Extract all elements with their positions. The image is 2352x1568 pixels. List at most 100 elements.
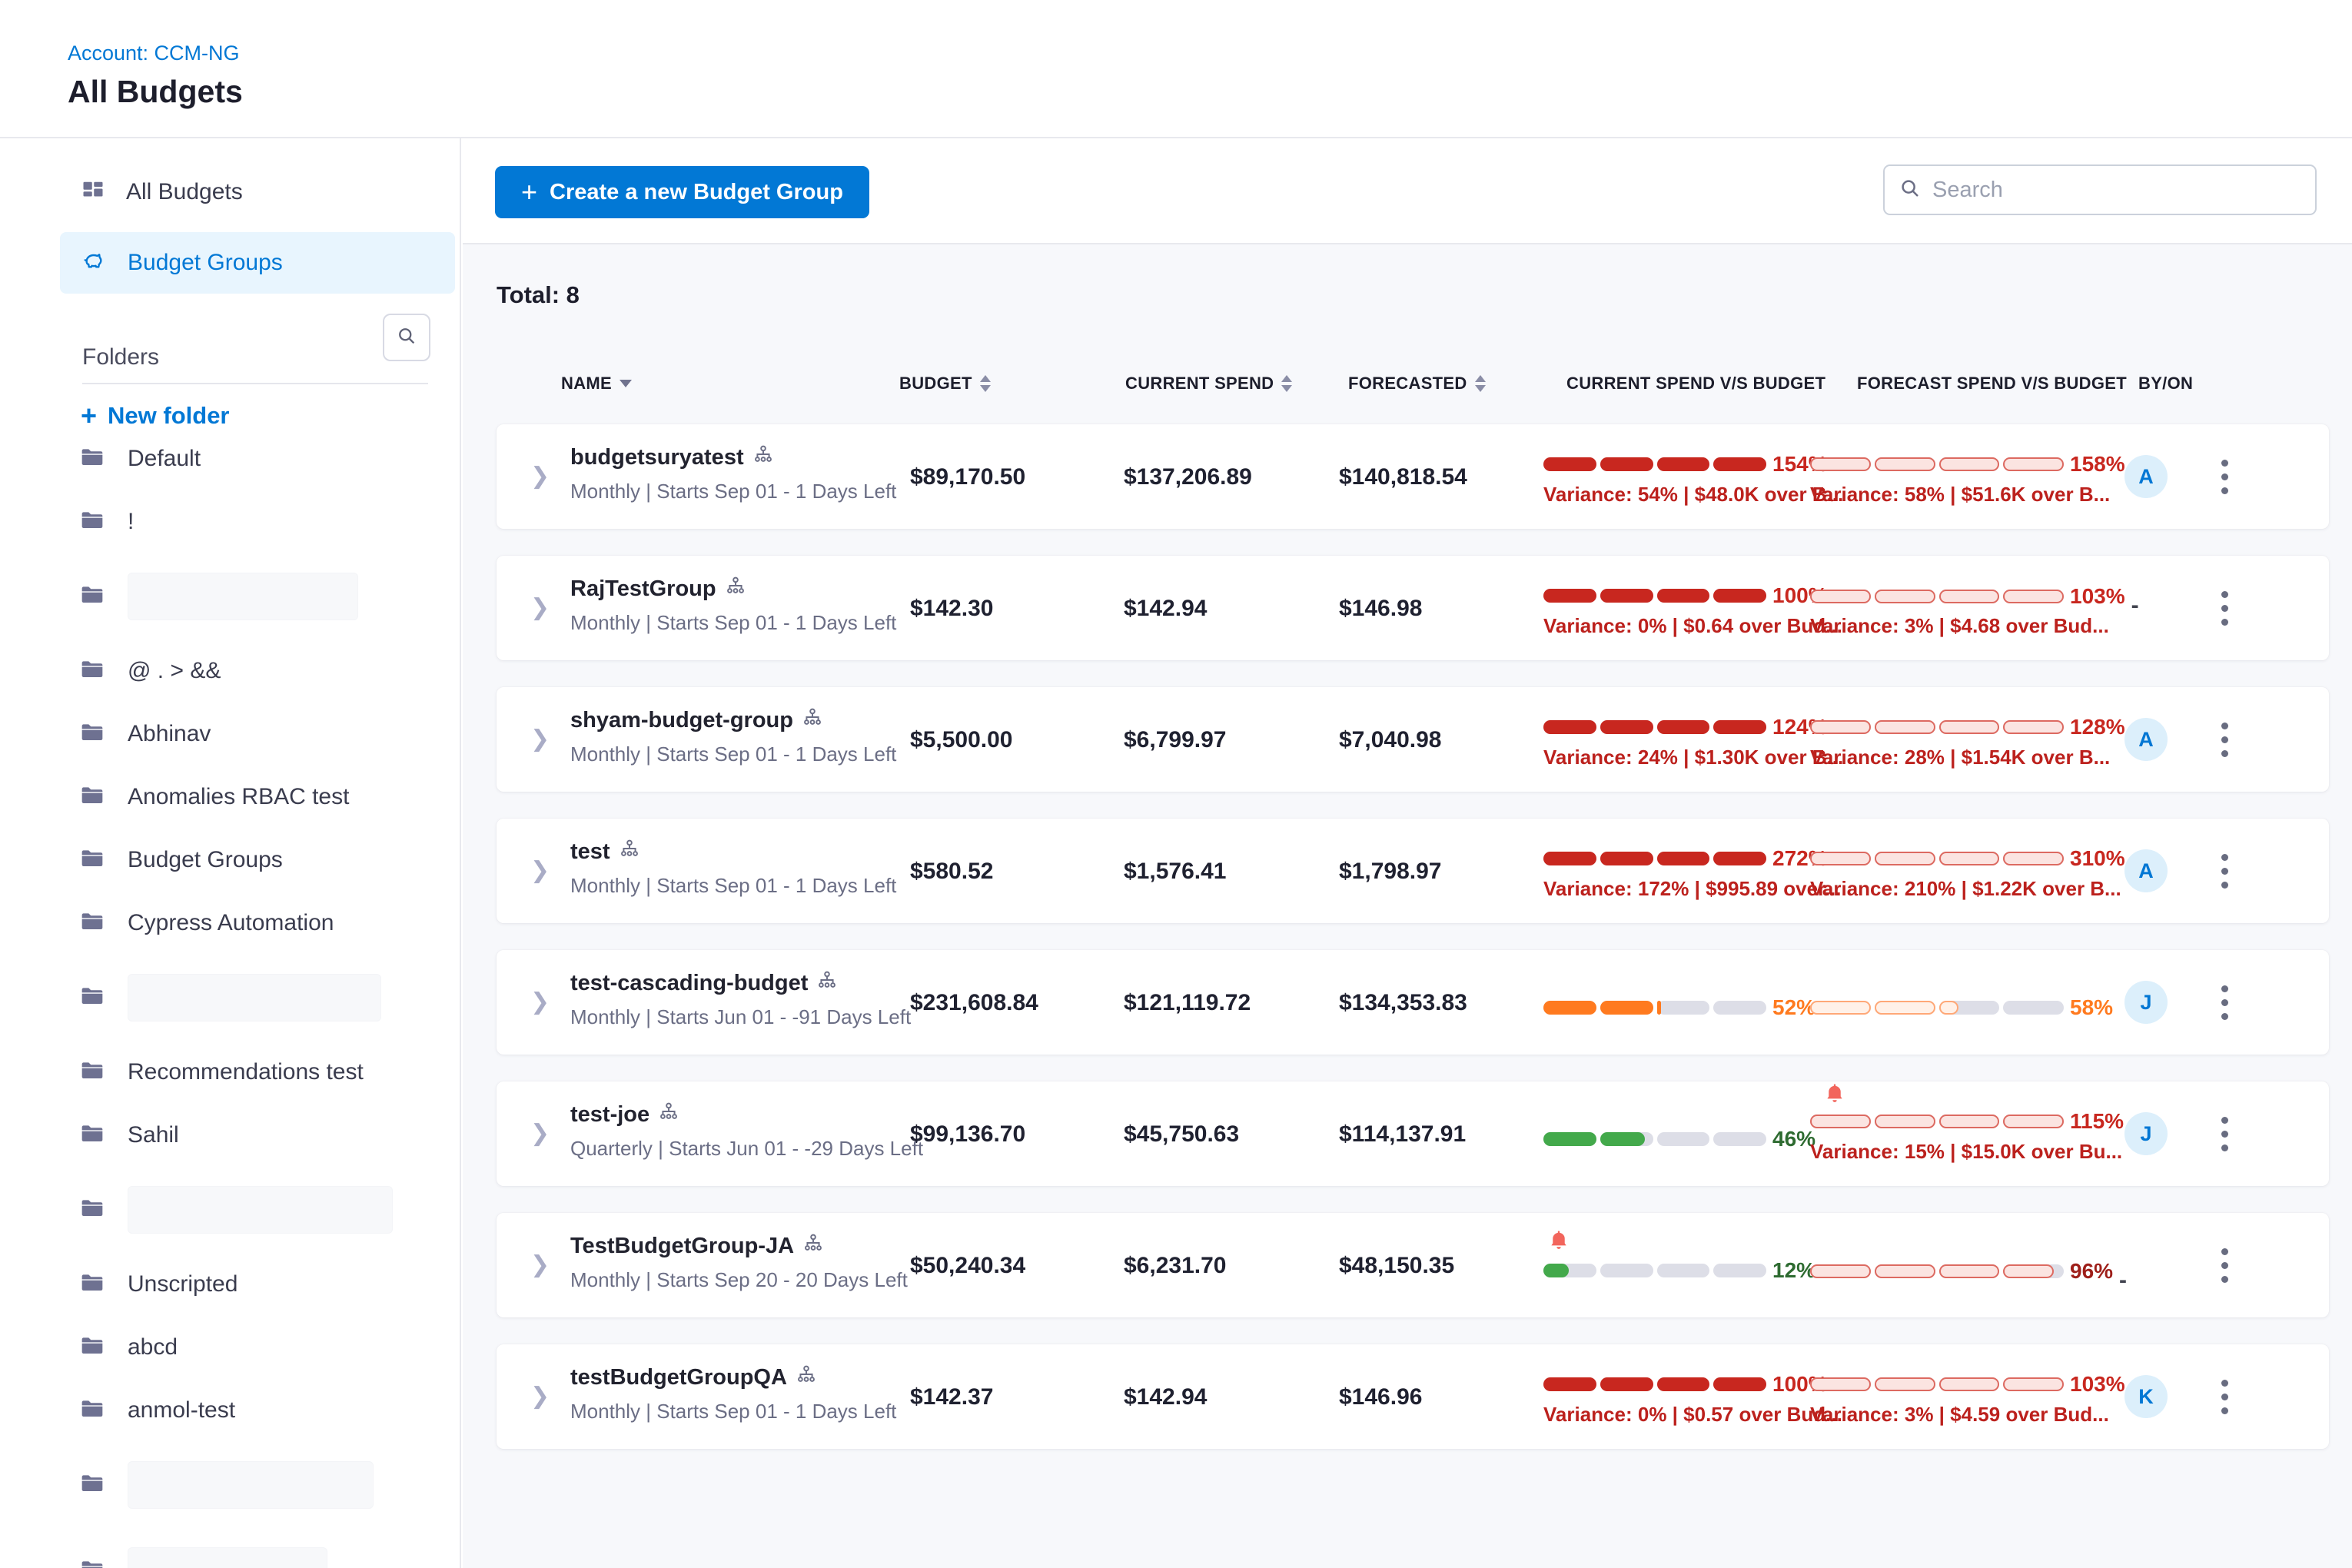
expand-chevron-icon[interactable]: ❯ (530, 1251, 550, 1278)
folder-list-item[interactable] (0, 553, 461, 639)
sort-icon (980, 375, 991, 392)
avatar[interactable]: J (2124, 1112, 2168, 1155)
progress-bar (1543, 852, 1766, 865)
expand-chevron-icon[interactable]: ❯ (530, 463, 550, 490)
forecasted-value: $146.96 (1339, 1384, 1422, 1410)
folder-name: Anomalies RBAC test (128, 784, 349, 810)
expand-chevron-icon[interactable]: ❯ (530, 726, 550, 752)
column-header-current-spend[interactable]: CURRENT SPEND (1125, 374, 1292, 394)
current-spend-value: $6,231.70 (1124, 1253, 1226, 1279)
account-breadcrumb-link[interactable]: Account: CCM-NG (68, 42, 240, 65)
forecast-vs-budget-bar: 128% Variance: 28% | $1.54K over B... (1810, 687, 2141, 792)
progress-bar (1810, 852, 2064, 865)
budget-group-name[interactable]: testBudgetGroupQA (570, 1365, 787, 1390)
row-menu-button[interactable] (2218, 851, 2231, 892)
budget-group-row[interactable]: ❯ test-joe Quarterly | Starts Jun 01 - -… (497, 1081, 2329, 1186)
sidebar-item-all-budgets[interactable]: All Budgets (60, 161, 455, 223)
folder-list-item[interactable]: Abhinav (0, 703, 461, 766)
folder-icon (80, 1334, 105, 1362)
percent-label: 103% (2070, 584, 2125, 609)
folder-list-item[interactable] (0, 1167, 461, 1253)
folder-list: Default ! @ . > && Abhinav Anomali (0, 427, 461, 1568)
budget-period: Monthly | Starts Sep 01 - 1 Days Left (570, 611, 896, 635)
forecasted-value: $114,137.91 (1339, 1121, 1466, 1148)
expand-chevron-icon[interactable]: ❯ (530, 988, 550, 1015)
budget-group-name[interactable]: test-joe (570, 1102, 649, 1128)
hierarchy-icon (796, 1364, 816, 1390)
avatar[interactable]: A (2124, 718, 2168, 761)
budget-group-name[interactable]: budgetsuryatest (570, 445, 744, 470)
folder-list-item[interactable] (0, 1528, 461, 1568)
folder-list-item[interactable]: Recommendations test (0, 1041, 461, 1104)
folder-list-item[interactable] (0, 955, 461, 1041)
column-header-forecast-vs-budget: FORECAST SPEND V/S BUDGET (1857, 374, 2127, 394)
budget-group-name[interactable]: RajTestGroup (570, 576, 716, 602)
budget-group-name[interactable]: test (570, 839, 610, 865)
search-icon (1899, 177, 1922, 204)
progress-bar (1810, 1264, 2064, 1278)
row-menu-button[interactable] (2218, 1245, 2231, 1286)
folder-list-item[interactable]: Anomalies RBAC test (0, 766, 461, 829)
folder-list-item[interactable]: @ . > && (0, 639, 461, 703)
expand-chevron-icon[interactable]: ❯ (530, 1383, 550, 1410)
folder-list-item[interactable]: Cypress Automation (0, 892, 461, 955)
budget-group-row[interactable]: ❯ test Monthly | Starts Sep 01 - 1 Days … (497, 819, 2329, 923)
expand-chevron-icon[interactable]: ❯ (530, 594, 550, 621)
budget-period: Monthly | Starts Sep 01 - 1 Days Left (570, 480, 896, 503)
current-vs-budget-bar: 272% Variance: 172% | $995.89 over... (1543, 819, 1810, 923)
percent-label: 128% (2070, 715, 2125, 739)
search-input[interactable] (1932, 178, 2301, 203)
folder-list-item[interactable] (0, 1442, 461, 1528)
sidebar-item-budget-groups[interactable]: Budget Groups (60, 232, 455, 294)
folder-list-item[interactable]: Budget Groups (0, 829, 461, 892)
row-menu-button[interactable] (2218, 1114, 2231, 1154)
budget-group-row[interactable]: ❯ test-cascading-budget Monthly | Starts… (497, 950, 2329, 1055)
budget-group-name[interactable]: TestBudgetGroup-JA (570, 1234, 794, 1259)
hierarchy-icon (620, 839, 639, 865)
folder-icon (80, 846, 105, 875)
forecast-vs-budget-bar: 58% (1810, 950, 2141, 1055)
hierarchy-icon (802, 707, 822, 733)
folder-name: Recommendations test (128, 1059, 364, 1085)
budget-group-row[interactable]: ❯ shyam-budget-group Monthly | Starts Se… (497, 687, 2329, 792)
row-menu-button[interactable] (2218, 457, 2231, 497)
budget-group-row[interactable]: ❯ budgetsuryatest Monthly | Starts Sep 0… (497, 424, 2329, 529)
budget-group-row[interactable]: ❯ testBudgetGroupQA Monthly | Starts Sep… (497, 1344, 2329, 1449)
forecasted-value: $134,353.83 (1339, 990, 1467, 1016)
folder-list-item[interactable]: abcd (0, 1316, 461, 1379)
budget-group-name[interactable]: shyam-budget-group (570, 708, 793, 733)
expand-chevron-icon[interactable]: ❯ (530, 1120, 550, 1147)
current-spend-value: $142.94 (1124, 1384, 1207, 1410)
percent-label: 52% (1772, 995, 1815, 1020)
column-header-forecasted[interactable]: FORECASTED (1348, 374, 1486, 394)
variance-text: Variance: 15% | $15.0K over Bu... (1810, 1140, 2122, 1164)
avatar[interactable]: K (2124, 1375, 2168, 1418)
search-box (1883, 164, 2317, 215)
row-menu-button[interactable] (2218, 982, 2231, 1023)
folder-list-item[interactable]: ! (0, 490, 461, 553)
percent-label: 158% (2070, 452, 2125, 477)
budget-group-row[interactable]: ❯ TestBudgetGroup-JA Monthly | Starts Se… (497, 1213, 2329, 1317)
row-menu-button[interactable] (2218, 719, 2231, 760)
create-budget-group-button[interactable]: + Create a new Budget Group (495, 166, 869, 218)
folder-list-item[interactable]: Sahil (0, 1104, 461, 1167)
folder-list-item[interactable]: Default (0, 427, 461, 490)
column-header-budget[interactable]: BUDGET (899, 374, 991, 394)
toolbar: + Create a new Budget Group (463, 138, 2352, 244)
budget-group-name[interactable]: test-cascading-budget (570, 971, 808, 996)
avatar[interactable]: J (2124, 981, 2168, 1024)
column-header-name[interactable]: NAME (561, 374, 632, 394)
sort-icon (1475, 375, 1486, 392)
row-menu-button[interactable] (2218, 588, 2231, 629)
budget-group-row[interactable]: ❯ RajTestGroup Monthly | Starts Sep 01 -… (497, 556, 2329, 660)
create-button-label: Create a new Budget Group (550, 180, 843, 205)
avatar[interactable]: A (2124, 455, 2168, 498)
folder-list-item[interactable]: anmol-test (0, 1379, 461, 1442)
progress-bar (1810, 1115, 2064, 1128)
row-menu-button[interactable] (2218, 1377, 2231, 1417)
expand-chevron-icon[interactable]: ❯ (530, 857, 550, 884)
folder-list-item[interactable]: Unscripted (0, 1253, 461, 1316)
folder-search-button[interactable] (383, 314, 430, 361)
avatar[interactable]: A (2124, 849, 2168, 892)
progress-bar (1543, 457, 1766, 471)
